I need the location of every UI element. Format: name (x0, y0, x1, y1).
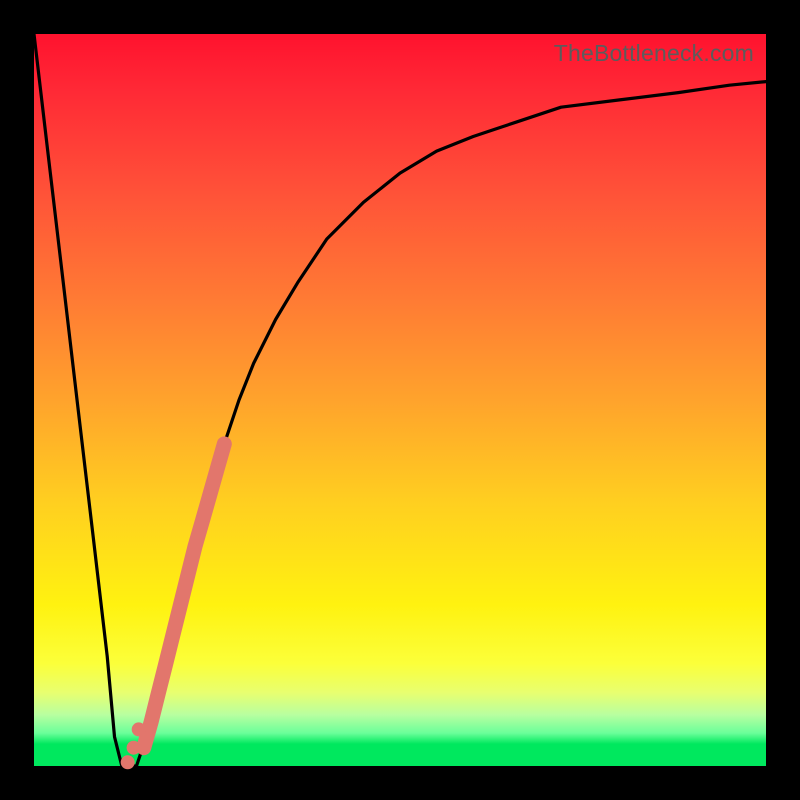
main-curve (34, 34, 766, 766)
plot-area: TheBottleneck.com (34, 34, 766, 766)
curve-layer (34, 34, 766, 766)
highlight-dot (132, 722, 146, 736)
chart-frame: TheBottleneck.com (0, 0, 800, 800)
highlight-dot (121, 755, 135, 769)
highlight-segment (144, 444, 225, 748)
highlight-dot (127, 741, 141, 755)
